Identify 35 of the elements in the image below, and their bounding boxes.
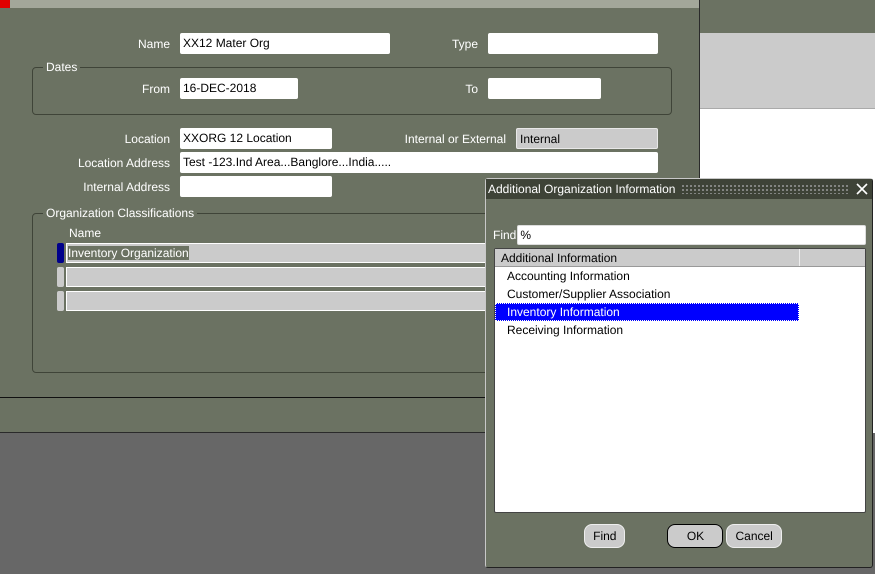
list-item[interactable]: Customer/Supplier Association — [495, 285, 799, 303]
list-item[interactable]: Inventory Information — [495, 303, 799, 321]
field-label: To — [464, 82, 479, 96]
group-title: Dates — [45, 60, 78, 74]
column-header: Name — [69, 226, 102, 240]
find-field[interactable]: % — [517, 225, 866, 245]
date-field[interactable]: 16-DEC-2018 — [180, 78, 298, 99]
address-field[interactable] — [180, 176, 332, 197]
field-label: Location — [124, 132, 171, 146]
row-indicator[interactable] — [57, 243, 64, 263]
field-label: Internal Address — [82, 180, 171, 194]
dialog-button[interactable]: OK — [667, 524, 724, 548]
find-label: Find — [493, 228, 516, 242]
row-indicator[interactable] — [57, 291, 64, 311]
group-title: Organization Classifications — [45, 206, 196, 220]
list-item[interactable]: Accounting Information — [495, 267, 799, 285]
row-indicator[interactable] — [57, 267, 64, 287]
field-label: From — [141, 82, 171, 96]
dialog-button[interactable]: Cancel — [726, 524, 782, 548]
list-item[interactable]: Receiving Information — [495, 321, 799, 339]
internal-external-field[interactable]: Internal — [516, 128, 658, 149]
address-field[interactable]: Test -123.Ind Area...Banglore...India..... — [180, 152, 658, 173]
close-icon[interactable] — [856, 183, 868, 195]
dialog-title: Additional Organization Information — [488, 182, 676, 196]
dialog-button[interactable]: Find — [584, 524, 626, 548]
app-icon — [0, 0, 10, 8]
type-field[interactable] — [488, 33, 658, 54]
date-field[interactable] — [488, 78, 601, 99]
field-label: Location Address — [76, 156, 171, 170]
name-field[interactable]: XX12 Mater Org — [180, 33, 390, 54]
location-field[interactable]: XXORG 12 Location — [180, 128, 332, 149]
field-label: Internal or External — [404, 132, 507, 146]
field-label: Type — [450, 36, 479, 50]
column-header: Additional Information — [495, 249, 800, 266]
field-label: Name — [136, 36, 171, 50]
